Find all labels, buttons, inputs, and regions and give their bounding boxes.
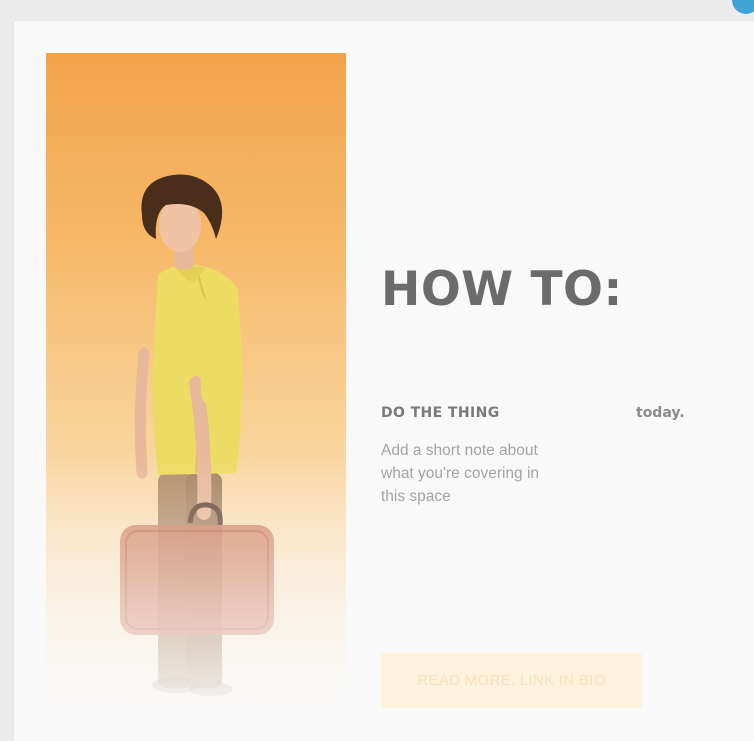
page-title: HOW TO: (381, 262, 623, 317)
subheading-accent: today. (636, 405, 685, 421)
subheading-main: DO THE THING (381, 405, 500, 421)
hero-photo (46, 53, 346, 715)
read-more-button[interactable]: READ MORE, LINK IN BIO (381, 653, 642, 708)
short-note: Add a short note about what you're cover… (381, 442, 540, 505)
corner-accent (732, 0, 754, 14)
photo-fade-overlay (46, 455, 346, 715)
